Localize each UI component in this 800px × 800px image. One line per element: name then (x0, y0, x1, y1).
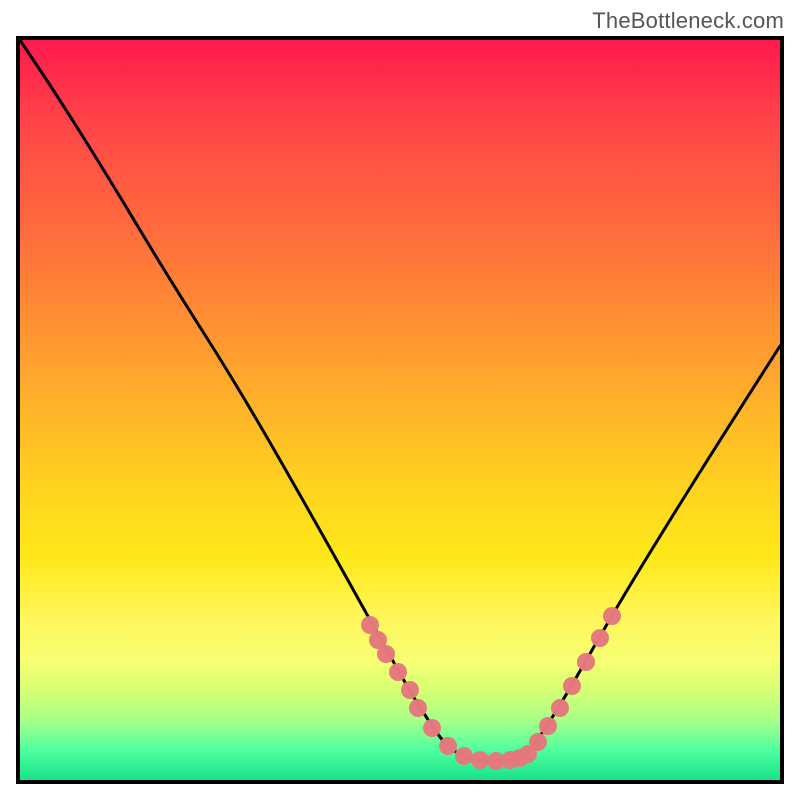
data-point (401, 681, 419, 699)
data-point (455, 747, 473, 765)
bottleneck-curve (20, 40, 780, 760)
data-point (563, 677, 581, 695)
data-point (409, 699, 427, 717)
data-point (377, 645, 395, 663)
data-point (551, 699, 569, 717)
data-point (539, 717, 557, 735)
data-point (423, 719, 441, 737)
plot-area (16, 36, 784, 784)
data-point (439, 737, 457, 755)
dots-right-cluster (511, 607, 621, 767)
chart-frame: TheBottleneck.com (0, 0, 800, 800)
watermark-label: TheBottleneck.com (592, 8, 784, 34)
curve-svg (20, 40, 780, 780)
data-point (529, 733, 547, 751)
data-point (471, 751, 489, 769)
data-point (577, 653, 595, 671)
dots-left-cluster (361, 616, 519, 770)
data-point (603, 607, 621, 625)
data-point (389, 663, 407, 681)
data-point (591, 629, 609, 647)
